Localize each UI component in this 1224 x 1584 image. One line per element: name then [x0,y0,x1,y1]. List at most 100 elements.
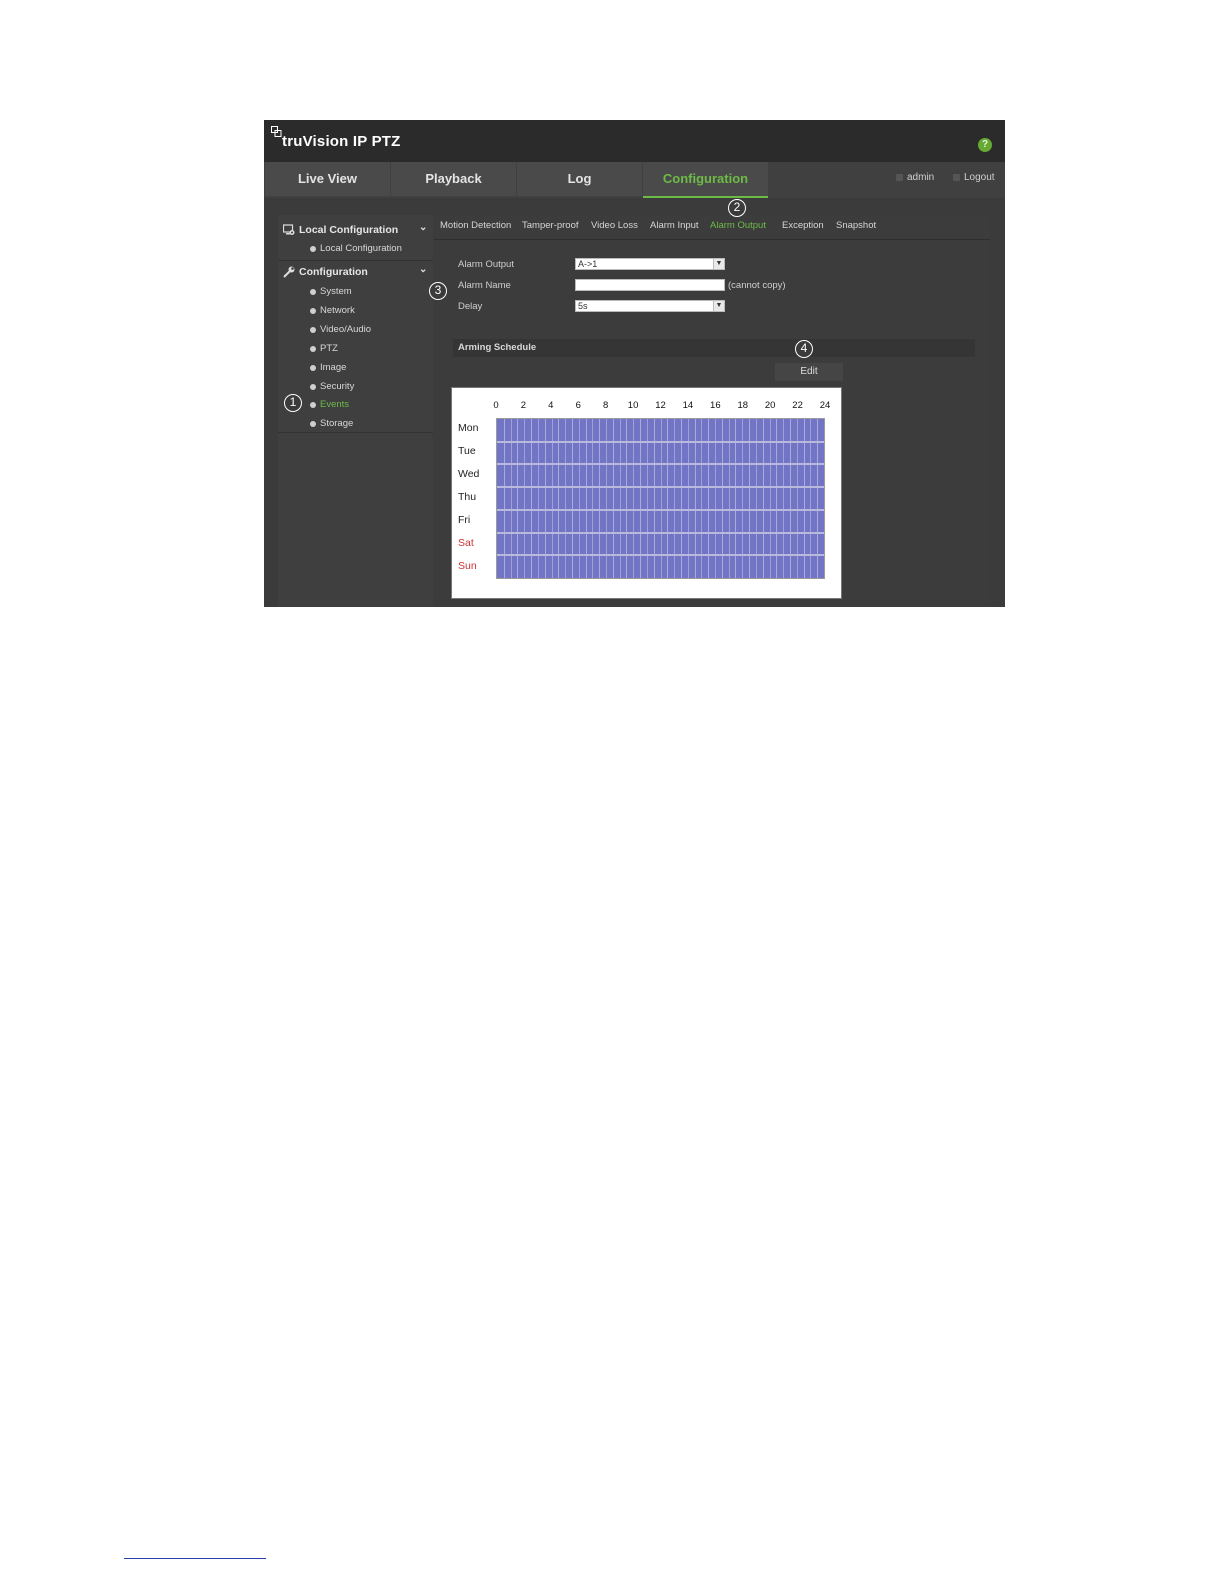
user-menu[interactable]: admin [896,172,934,183]
subtab-motion-detection[interactable]: Motion Detection [440,220,511,231]
day-label-mon: Mon [458,422,479,434]
chevron-down-icon: ⌄ [419,264,428,275]
tab-playback[interactable]: Playback [391,162,516,196]
divider [278,432,433,433]
subtab-tamper-proof[interactable]: Tamper-proof [522,220,579,231]
edit-button[interactable]: Edit [775,363,843,381]
arming-schedule-title: Arming Schedule [458,342,537,353]
tab-live-view[interactable]: Live View [265,162,390,196]
subtab-divider [434,239,990,240]
day-separator [497,486,824,489]
day-label-sun: Sun [458,560,477,572]
alarm-output-select[interactable]: A->1 ▼ [575,258,725,270]
sidebar-item-security[interactable]: Security [310,379,430,397]
subtab-alarm-input[interactable]: Alarm Input [650,220,699,231]
dropdown-arrow-icon: ▼ [713,301,724,311]
sidebar-item-ptz[interactable]: PTZ [310,341,430,359]
sidebar-group-label: Configuration [299,266,368,278]
sidebar-group-label: Local Configuration [299,224,399,236]
day-separator [497,508,824,511]
bullet-icon [310,246,316,252]
callout-2: 2 [728,199,746,217]
subtab-alarm-output[interactable]: Alarm Output [710,220,766,231]
cannot-copy-note: (cannot copy) [728,280,786,291]
monitor-gear-icon [283,224,295,235]
callout-1: 1 [284,394,302,412]
hour-label: 6 [575,400,581,411]
divider [278,260,433,261]
main-nav: Live View Playback Log Configuration adm… [264,162,1005,198]
delay-label: Delay [458,301,483,312]
bullet-icon [310,308,316,314]
day-separator [497,440,824,443]
hour-label: 24 [819,400,831,411]
sidebar-item-image[interactable]: Image [310,360,430,378]
sidebar-item-label: Security [320,381,355,392]
day-separator [497,531,824,534]
hour-label: 14 [682,400,694,411]
subtab-video-loss[interactable]: Video Loss [591,220,638,231]
sidebar-item-video-audio[interactable]: Video/Audio [310,322,430,340]
arming-schedule-grid: 0 2 4 6 8 10 12 14 16 18 20 22 24 Mon Tue Wed Thu Fri Sat… [451,387,842,599]
alarm-output-label: Alarm Output [458,259,514,270]
hour-label: 0 [493,400,499,411]
day-label-tue: Tue [458,445,476,457]
chevron-down-icon: ⌄ [419,222,428,233]
bullet-icon [310,421,316,427]
sidebar-item-label: Storage [320,418,354,429]
sidebar-group-configuration[interactable]: Configuration ⌄ [283,263,431,283]
callout-3: 3 [429,282,447,300]
alarm-name-input[interactable] [575,279,725,291]
footnote-rule [124,1558,266,1559]
hour-label: 18 [737,400,749,411]
sidebar-item-label: Image [320,362,347,373]
delay-select[interactable]: 5s ▼ [575,300,725,312]
logout-label: Logout [964,172,995,183]
app-header: truVision IP PTZ ? [264,120,1005,162]
schedule-timeline[interactable] [496,418,825,579]
callout-4: 4 [795,340,813,358]
sidebar-item-label: Video/Audio [320,324,372,335]
hour-label: 8 [603,400,609,411]
hour-label: 10 [627,400,639,411]
sidebar-item-local-configuration[interactable]: Local Configuration [310,241,430,259]
subtab-exception[interactable]: Exception [782,220,824,231]
tab-log[interactable]: Log [517,162,642,196]
bullet-icon [310,289,316,295]
bullet-icon [310,346,316,352]
day-label-sat: Sat [458,537,474,549]
sidebar-item-network[interactable]: Network [310,303,430,321]
help-icon[interactable]: ? [978,138,992,152]
sidebar-item-label: System [320,286,352,297]
sidebar-item-label: PTZ [320,343,338,354]
day-separator [497,463,824,466]
sidebar: Local Configuration ⌄ Local Configuratio… [278,215,433,607]
hour-label: 12 [655,400,666,411]
sidebar-item-label: Network [320,305,355,316]
logout-link[interactable]: Logout [953,172,995,183]
alarm-output-value: A->1 [578,259,598,269]
sidebar-item-label: Events [320,399,350,410]
sidebar-item-system[interactable]: System [310,284,430,302]
alarm-name-label: Alarm Name [458,280,511,291]
hour-label: 4 [548,400,554,411]
delay-value: 5s [578,301,588,311]
sidebar-item-events[interactable]: Events [310,397,430,415]
wrench-icon [283,266,295,278]
sidebar-group-local-configuration[interactable]: Local Configuration ⌄ [283,221,431,241]
user-icon [896,174,903,181]
logout-icon [953,174,960,181]
hour-label: 20 [764,400,776,411]
day-label-thu: Thu [458,491,477,503]
bullet-icon [310,384,316,390]
day-label-fri: Fri [458,514,471,526]
bullet-icon [310,365,316,371]
subtab-snapshot[interactable]: Snapshot [836,220,876,231]
bullet-icon [310,327,316,333]
hour-label: 16 [710,400,721,411]
tab-configuration[interactable]: Configuration [643,162,768,198]
day-label-wed: Wed [458,468,480,480]
arming-schedule-header: Arming Schedule [453,339,975,357]
dropdown-arrow-icon: ▼ [713,259,724,269]
username: admin [907,172,935,183]
